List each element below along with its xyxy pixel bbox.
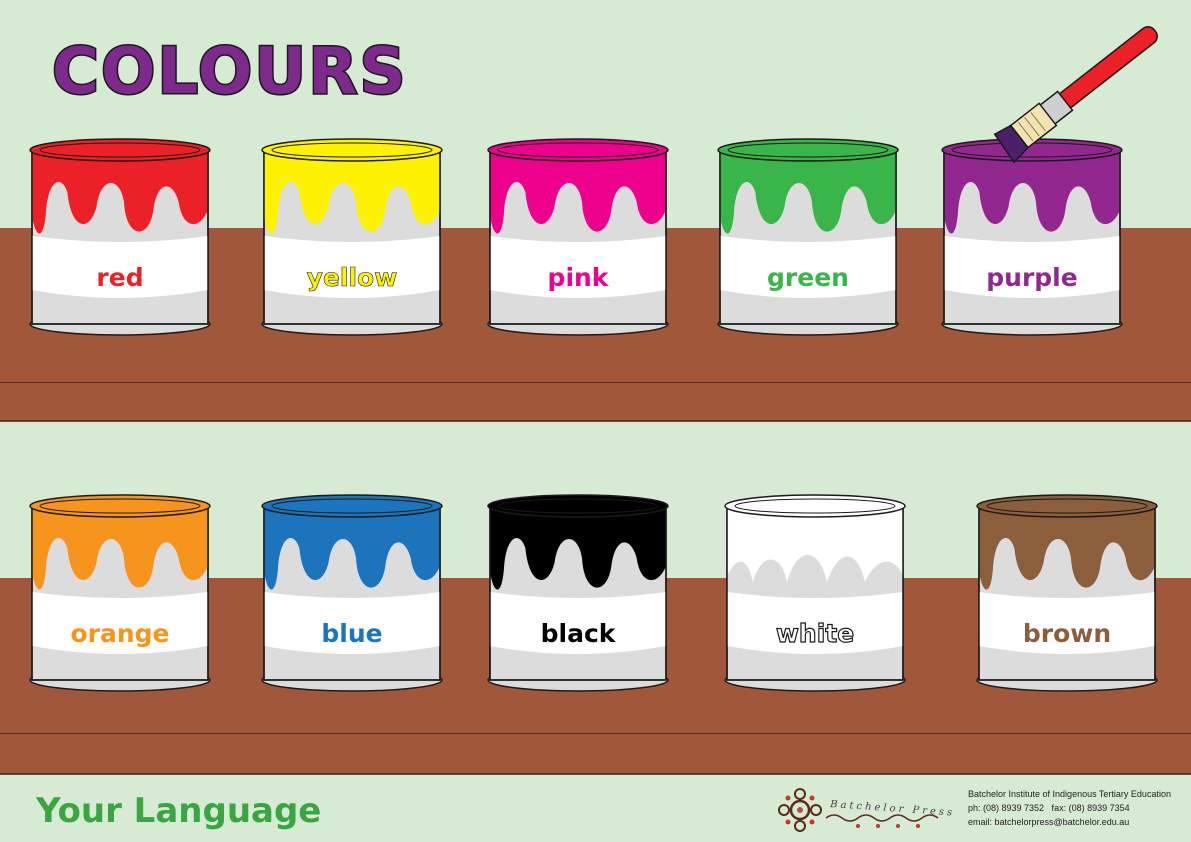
paint-can-black: black [487,494,669,692]
publisher-email: email: batchelorpress@batchelor.edu.au [968,817,1129,827]
colours-poster: COLOURS red yellow pink green purple orange bl… [0,0,1191,842]
paint-label-yellow: yellow [307,263,398,292]
publisher-phone: ph: (08) 8939 7352 fax: (08) 8939 7354 [968,803,1130,813]
footer-language-label: Your Language [35,791,321,831]
paint-label-blue: blue [321,619,382,648]
paint-can-white: white [724,494,906,692]
paint-label-black: black [541,619,617,648]
paint-label-white: white [776,619,854,648]
paint-can-purple: purple [941,138,1123,336]
paint-can-blue: blue [261,494,443,692]
paint-can-orange: orange [29,494,211,692]
paint-label-red: red [96,263,143,292]
paint-can-red: red [29,138,211,336]
paint-can-green: green [717,138,899,336]
paint-can-pink: pink [487,138,669,336]
paint-label-orange: orange [70,619,169,648]
paint-can-yellow: yellow [261,138,443,336]
paint-label-green: green [767,263,849,292]
paint-label-purple: purple [986,263,1077,292]
paint-label-pink: pink [548,263,610,292]
publisher-name: Batchelor Institute of Indigenous Tertia… [968,789,1171,799]
poster-title: COLOURS [52,35,408,109]
paint-label-brown: brown [1023,619,1111,648]
paint-can-brown: brown [976,494,1158,692]
